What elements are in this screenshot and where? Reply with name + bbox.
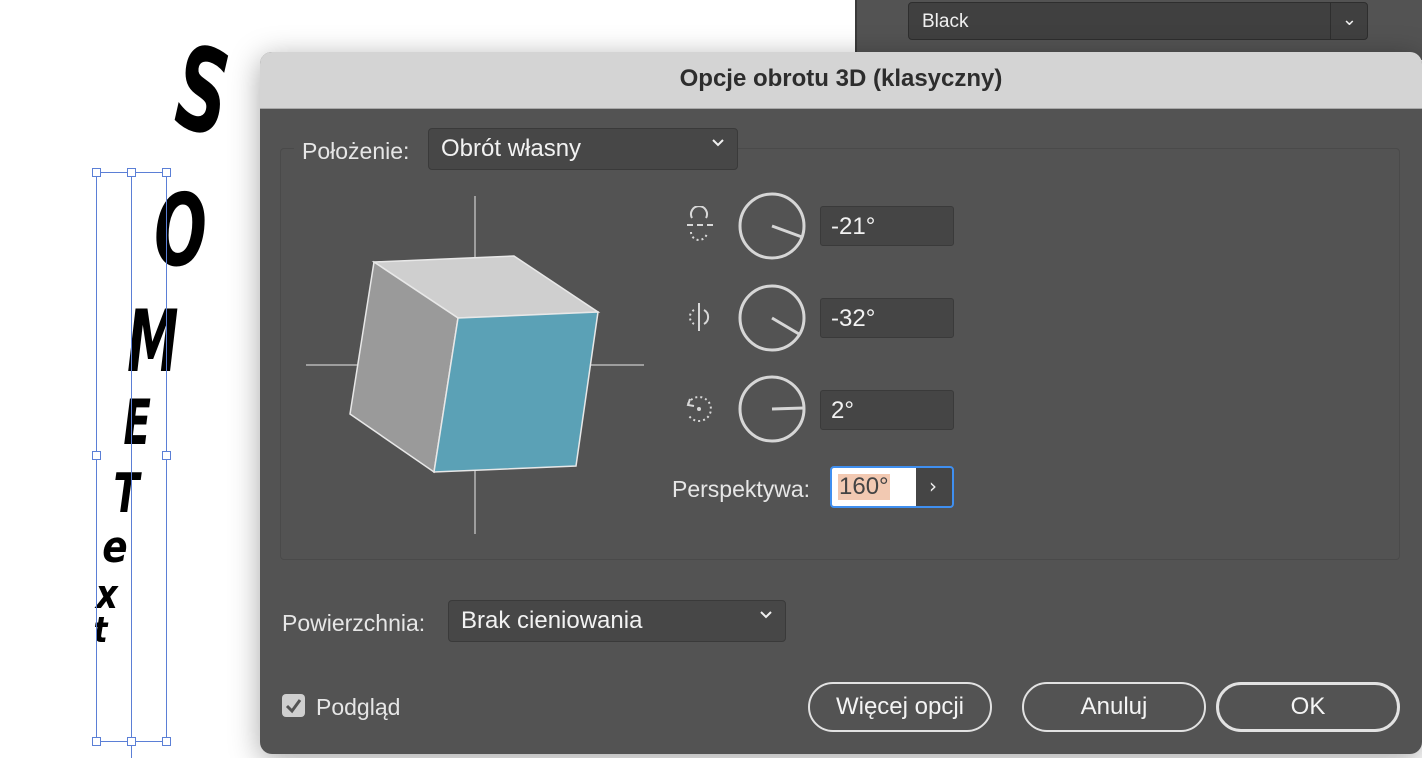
canvas-letter-t: T — [113, 462, 140, 525]
rotate-3d-dialog: Opcje obrotu 3D (klasyczny) Położenie: O… — [260, 52, 1422, 754]
perspective-label: Perspektywa: — [672, 476, 811, 502]
rotation-z-dial[interactable] — [738, 375, 806, 443]
color-select[interactable]: Black ⌄ — [908, 2, 1368, 40]
cube-face-front — [433, 311, 599, 473]
selection-handle-middle-right[interactable] — [162, 451, 171, 460]
color-select-value: Black — [922, 11, 969, 32]
rotation-x-input[interactable]: -21° — [820, 206, 954, 246]
chevron-right-icon[interactable]: › — [918, 474, 948, 498]
dialog-title: Opcje obrotu 3D (klasyczny) — [679, 65, 1003, 92]
rotation-z-value: 2° — [831, 397, 854, 424]
selection-handle-top-middle[interactable] — [127, 168, 136, 177]
selection-path-line — [131, 172, 132, 758]
position-dropdown-value: Obrót własny — [441, 135, 582, 162]
rotation-y-input[interactable]: -32° — [820, 298, 954, 338]
checkmark-icon — [285, 699, 302, 714]
canvas-letter-e-small: e — [102, 522, 128, 573]
cube-preview[interactable] — [304, 194, 648, 536]
chevron-down-icon — [712, 139, 724, 147]
perspective-input[interactable]: 160° › — [830, 466, 954, 508]
position-label: Położenie: — [302, 138, 410, 164]
selection-handle-bottom-left[interactable] — [92, 737, 101, 746]
selection-handle-bottom-middle[interactable] — [127, 737, 136, 746]
chevron-down-icon — [760, 611, 772, 619]
chevron-down-icon[interactable]: ⌄ — [1342, 9, 1357, 30]
surface-dropdown[interactable]: Brak cieniowania — [448, 600, 786, 642]
rotation-y-value: -32° — [831, 305, 876, 332]
more-options-button[interactable]: Więcej opcji — [808, 682, 992, 732]
rotate-y-axis-icon — [688, 303, 710, 331]
selection-handle-top-right[interactable] — [162, 168, 171, 177]
rotate-z-axis-icon — [686, 396, 712, 422]
rotation-z-input[interactable]: 2° — [820, 390, 954, 430]
canvas-letter-e: E — [123, 386, 151, 459]
cancel-button[interactable]: Anuluj — [1022, 682, 1206, 732]
canvas-letter-m: M — [127, 292, 179, 392]
rotation-y-dial[interactable] — [738, 284, 806, 352]
canvas-letter-s: S — [170, 15, 235, 167]
rotation-x-dial[interactable] — [738, 192, 806, 260]
rotate-x-axis-icon — [687, 206, 713, 241]
canvas-letter-o: O — [154, 172, 207, 289]
selection-handle-bottom-right[interactable] — [162, 737, 171, 746]
ok-button[interactable]: OK — [1216, 682, 1400, 732]
selection-handle-middle-left[interactable] — [92, 451, 101, 460]
perspective-field[interactable]: 160° — [832, 468, 916, 506]
preview-label: Podgląd — [316, 694, 401, 720]
surface-dropdown-value: Brak cieniowania — [461, 607, 643, 634]
surface-label: Powierzchnia: — [282, 610, 426, 636]
rotation-x-value: -21° — [831, 213, 876, 240]
perspective-value: 160° — [838, 473, 890, 500]
preview-checkbox[interactable] — [282, 694, 305, 717]
color-select-divider — [1330, 3, 1331, 39]
position-dropdown[interactable]: Obrót własny — [428, 128, 738, 170]
selection-handle-top-left[interactable] — [92, 168, 101, 177]
dialog-titlebar[interactable]: Opcje obrotu 3D (klasyczny) — [260, 52, 1422, 109]
